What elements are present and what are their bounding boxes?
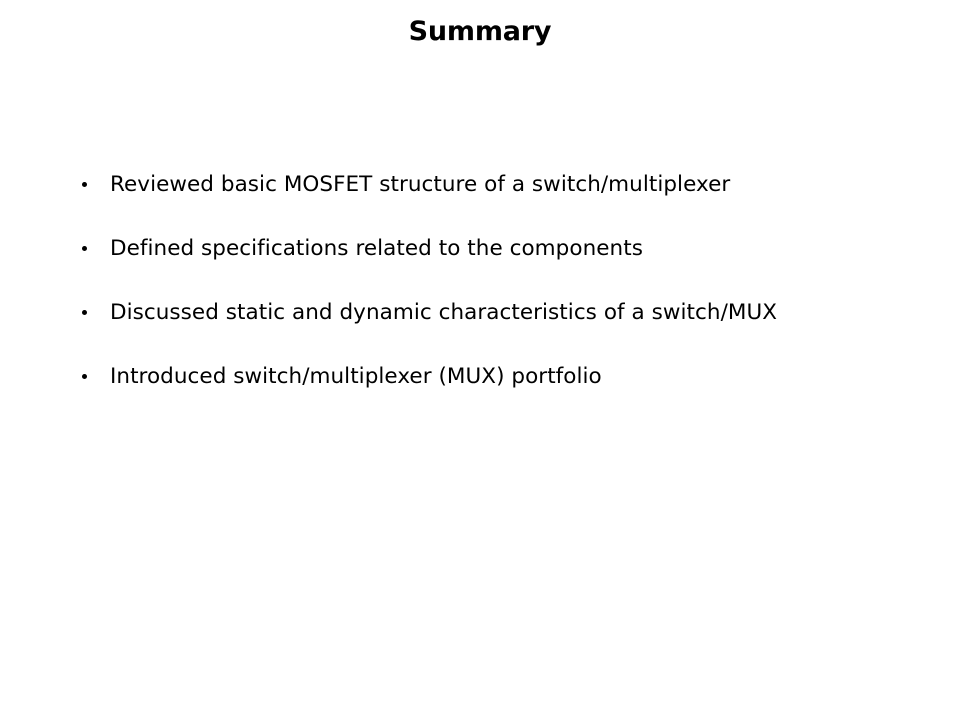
page-title: Summary: [408, 16, 552, 47]
bullet-dot-icon: [82, 374, 87, 379]
bullet-dot-icon: [82, 246, 87, 251]
list-item: Introduced switch/multiplexer (MUX) port…: [78, 362, 918, 426]
list-item: Defined specifications related to the co…: [78, 234, 918, 298]
slide-canvas: Summary Reviewed basic MOSFET structure …: [0, 0, 960, 720]
bullet-dot-icon: [82, 310, 87, 315]
list-item-label: Defined specifications related to the co…: [110, 236, 643, 261]
list-item-label: Introduced switch/multiplexer (MUX) port…: [110, 364, 602, 389]
summary-bullet-list: Reviewed basic MOSFET structure of a swi…: [78, 170, 918, 426]
list-item-label: Reviewed basic MOSFET structure of a swi…: [110, 172, 731, 197]
list-item-label: Discussed static and dynamic characteris…: [110, 300, 778, 325]
list-item: Reviewed basic MOSFET structure of a swi…: [78, 170, 918, 234]
bullet-dot-icon: [82, 182, 87, 187]
list-item: Discussed static and dynamic characteris…: [78, 298, 918, 362]
